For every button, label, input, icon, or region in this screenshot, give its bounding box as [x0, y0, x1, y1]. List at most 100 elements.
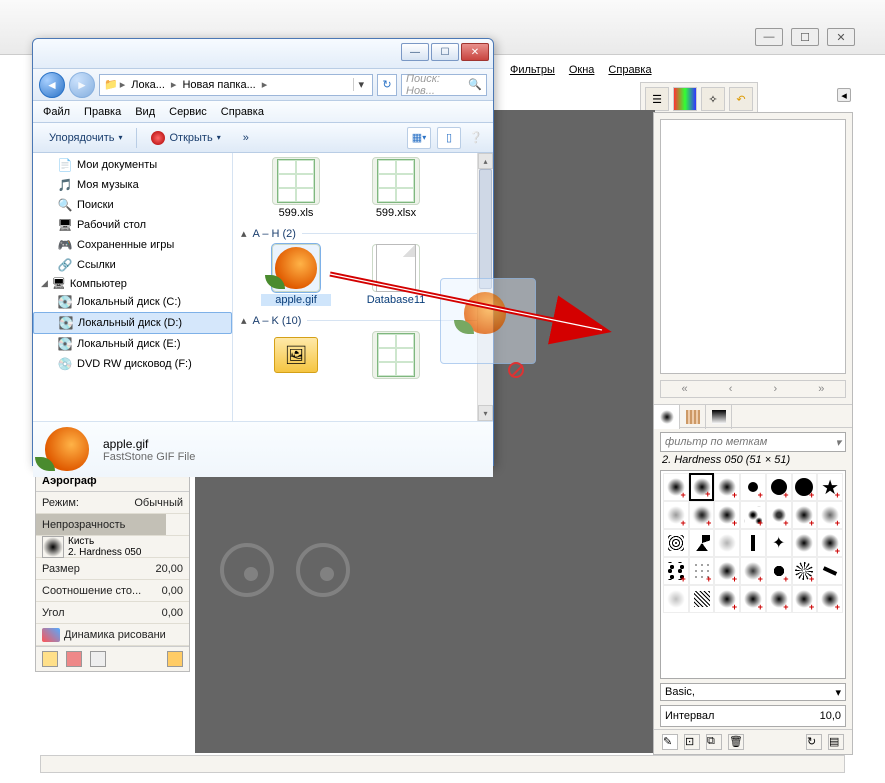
paths-tab-icon[interactable]: ✧ — [701, 87, 725, 111]
restore-options-icon[interactable] — [66, 651, 82, 667]
search-icon[interactable]: 🔍 — [468, 78, 482, 91]
collapse-icon[interactable]: ▴ — [241, 314, 247, 327]
size-value[interactable]: 20,00 — [155, 563, 183, 575]
tree-item[interactable]: 📄Мои документы — [33, 155, 232, 175]
group-header[interactable]: ▴ A – H (2) — [241, 227, 485, 240]
tree-item[interactable]: 🎵Моя музыка — [33, 175, 232, 195]
size-row[interactable]: Размер 20,00 — [36, 558, 189, 580]
save-options-icon[interactable] — [42, 651, 58, 667]
tree-item-drive[interactable]: 💽Локальный диск (C:) — [33, 292, 232, 312]
spacing-label: Интервал — [665, 710, 714, 722]
explorer-close-button[interactable]: ✕ — [461, 43, 489, 61]
angle-label: Угол — [42, 607, 65, 619]
open-brush-icon[interactable]: ▤ — [828, 734, 844, 750]
preset-caret-icon[interactable]: ▾ — [835, 686, 841, 699]
file-item[interactable]: 599.xls — [261, 157, 331, 219]
scroll-down-icon[interactable]: ▾ — [478, 405, 493, 421]
layers-tab-icon[interactable]: ☰ — [645, 87, 669, 111]
expand-icon[interactable]: ◢ — [41, 278, 48, 289]
menu-tools[interactable]: Сервис — [169, 106, 207, 118]
menu-help[interactable]: Справка — [608, 64, 651, 76]
brush-preset-select[interactable]: Basic, ▾ — [660, 683, 846, 701]
tree-item[interactable]: 🎮Сохраненные игры — [33, 235, 232, 255]
breadcrumb-seg-1[interactable]: Новая папка... — [178, 79, 259, 91]
help-button[interactable]: ❔ — [467, 127, 485, 149]
mode-value[interactable]: Обычный — [134, 497, 183, 509]
gimp-maximize-button[interactable]: ☐ — [791, 28, 819, 46]
file-item-apple[interactable]: apple.gif — [261, 244, 331, 306]
tree-group-computer[interactable]: ◢🖥Компьютер — [33, 275, 232, 292]
opacity-slider[interactable]: Непрозрачность — [36, 514, 189, 536]
brush-grid[interactable]: + + + + + + ★+ + + + + + + + ✦ + + + + +… — [660, 470, 846, 679]
edit-brush-icon[interactable]: ✎ — [662, 734, 678, 750]
brush-row[interactable]: Кисть 2. Hardness 050 — [36, 536, 189, 558]
filter-caret-icon[interactable]: ▾ — [835, 436, 841, 449]
breadcrumb-arrow-icon[interactable]: ▸ — [171, 78, 177, 91]
open-button[interactable]: Открыть ▾ — [143, 128, 228, 148]
dock-collapse-icon[interactable]: ◂ — [837, 88, 851, 102]
scroll-up-icon[interactable]: ▴ — [478, 153, 493, 169]
dynamics-row[interactable]: Динамика рисовани — [36, 624, 189, 646]
file-item[interactable]: 599.xlsx — [361, 157, 431, 219]
breadcrumb-arrow-icon[interactable]: ▸ — [262, 78, 268, 91]
breadcrumb[interactable]: 📁 ▸ Лока... ▸ Новая папка... ▸ ▾ — [99, 74, 373, 96]
breadcrumb-seg-0[interactable]: Лока... — [127, 79, 169, 91]
channels-tab-icon[interactable] — [673, 87, 697, 111]
nav-first-icon[interactable]: « — [682, 383, 688, 395]
nav-forward-button[interactable]: ► — [69, 72, 95, 98]
menu-help[interactable]: Справка — [221, 106, 264, 118]
nav-prev-icon[interactable]: ‹ — [729, 383, 733, 395]
dup-brush-icon[interactable]: ⧉ — [706, 734, 722, 750]
explorer-minimize-button[interactable]: — — [401, 43, 429, 61]
gradients-tab[interactable] — [706, 405, 732, 429]
organize-button[interactable]: Упорядочить ▾ — [41, 129, 130, 147]
tree-item-drive[interactable]: 💽Локальный диск (E:) — [33, 334, 232, 354]
search-input[interactable]: Поиск: Нов... 🔍 — [401, 74, 487, 96]
menu-edit[interactable]: Правка — [84, 106, 121, 118]
explorer-maximize-button[interactable]: ☐ — [431, 43, 459, 61]
tree-item-drive[interactable]: 💽Локальный диск (D:) — [33, 312, 232, 334]
ratio-value[interactable]: 0,00 — [162, 585, 183, 597]
new-brush-icon[interactable]: ⊡ — [684, 734, 700, 750]
del-brush-icon[interactable]: 🗑 — [728, 734, 744, 750]
more-button[interactable]: » — [235, 129, 257, 147]
refresh-brush-icon[interactable]: ↻ — [806, 734, 822, 750]
menu-filters[interactable]: Фильтры — [510, 64, 555, 76]
file-item[interactable] — [361, 331, 431, 381]
nav-next-icon[interactable]: › — [774, 383, 778, 395]
file-item-database[interactable]: Database11 — [361, 244, 431, 306]
tree-item[interactable]: 🔗Ссылки — [33, 255, 232, 275]
tree-item-drive[interactable]: 💿DVD RW дисковод (F:) — [33, 354, 232, 374]
nav-last-icon[interactable]: » — [818, 383, 824, 395]
patterns-tab[interactable] — [680, 405, 706, 429]
menu-view[interactable]: Вид — [135, 106, 155, 118]
menu-file[interactable]: Файл — [43, 106, 70, 118]
nav-back-button[interactable]: ◄ — [39, 72, 65, 98]
folder-tree[interactable]: 📄Мои документы🎵Моя музыка🔍Поиски🖥Рабочий… — [33, 153, 233, 421]
menu-windows[interactable]: Окна — [569, 64, 595, 76]
brush-spacing-input[interactable]: Интервал 10,0 — [660, 705, 846, 727]
file-item[interactable]: 🖼 — [261, 331, 331, 381]
angle-value[interactable]: 0,00 — [162, 607, 183, 619]
tree-item[interactable]: 🖥Рабочий стол — [33, 215, 232, 235]
undo-tab-icon[interactable]: ↶ — [729, 87, 753, 111]
reset-options-icon[interactable] — [167, 651, 183, 667]
gimp-minimize-button[interactable]: — — [755, 28, 783, 46]
brushes-tab[interactable] — [654, 405, 680, 429]
preview-pane-button[interactable]: ▯ — [437, 127, 461, 149]
spacing-value[interactable]: 10,0 — [820, 710, 841, 722]
breadcrumb-arrow-icon[interactable]: ▸ — [120, 78, 126, 91]
scroll-thumb[interactable] — [479, 169, 492, 289]
brush-thumb-icon[interactable] — [42, 536, 64, 558]
gimp-close-button[interactable]: ✕ — [827, 28, 855, 46]
view-button[interactable]: ▦ ▾ — [407, 127, 431, 149]
angle-row[interactable]: Угол 0,00 — [36, 602, 189, 624]
ratio-row[interactable]: Соотношение сто... 0,00 — [36, 580, 189, 602]
tree-item[interactable]: 🔍Поиски — [33, 195, 232, 215]
brush-filter-input[interactable]: фильтр по меткам ▾ — [660, 432, 846, 452]
breadcrumb-dropdown-icon[interactable]: ▾ — [353, 78, 368, 91]
refresh-button[interactable]: ↻ — [377, 74, 397, 96]
explorer-titlebar[interactable]: — ☐ ✕ — [33, 39, 493, 69]
delete-options-icon[interactable] — [90, 651, 106, 667]
collapse-icon[interactable]: ▴ — [241, 227, 247, 240]
